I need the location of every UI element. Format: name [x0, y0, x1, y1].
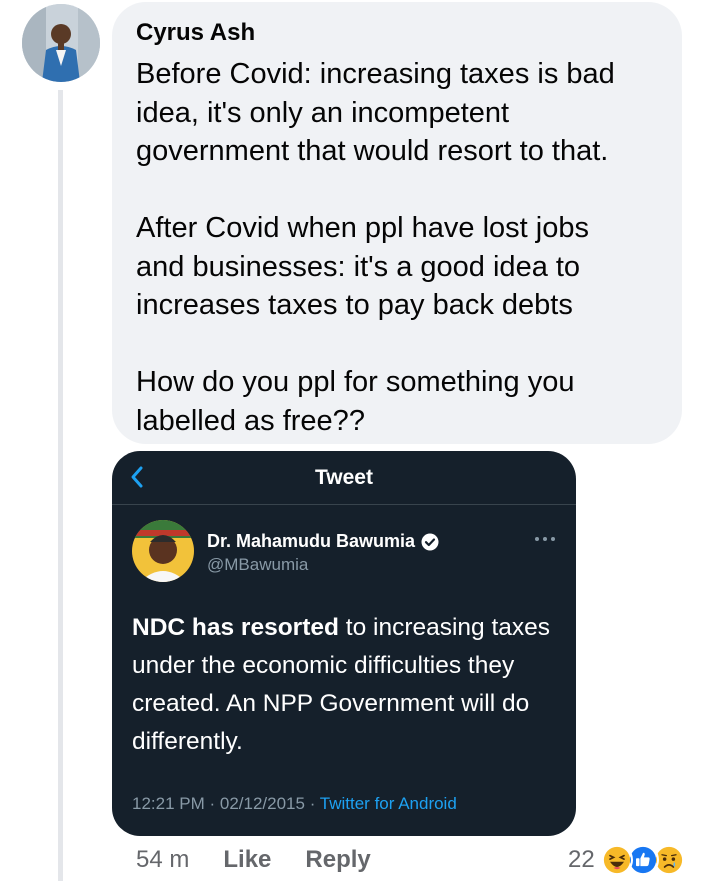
tweet-text-bold: NDC has resorted [132, 614, 339, 641]
comment-line: idea, it's only an incompetent [136, 96, 510, 129]
tweet-author-handle: @MBawumia [207, 555, 309, 574]
avatar[interactable] [22, 4, 100, 82]
more-options-icon [535, 537, 555, 541]
comment-line: increases taxes to pay back debts [136, 289, 573, 321]
comment-text: Before Covid: increasing taxes is bad id… [136, 55, 658, 440]
avatar-photo [22, 4, 100, 82]
comment-timestamp[interactable]: 54 m [136, 846, 189, 874]
like-button[interactable]: Like [223, 846, 271, 874]
tweet-author-name-text: Dr. Mahamudu Bawumia [207, 531, 416, 551]
tweet-author-name: Dr. Mahamudu Bawumia [207, 531, 439, 552]
tweet-screenshot[interactable]: Tweet Dr. Mahamudu Bawumia @MBawumia NDC… [112, 451, 576, 836]
comment-line: and businesses: it's a good idea to [136, 250, 581, 283]
tweet-text: NDC has resorted to increasing taxes und… [132, 609, 562, 761]
comment-line: labelled as free?? [136, 404, 365, 437]
tweet-source: Twitter for Android [319, 794, 457, 813]
haha-icon [600, 844, 633, 876]
tweet-header-title: Tweet [315, 466, 373, 489]
comment-line-spacer [136, 171, 658, 210]
thread-line [58, 90, 63, 881]
tweet-header: Tweet [112, 451, 576, 505]
reaction-count: 22 [568, 846, 595, 873]
meta-separator: · [204, 794, 220, 813]
tweet-author-avatar [132, 520, 194, 582]
reactions-summary[interactable]: 22 [568, 840, 685, 880]
verified-badge-icon [421, 533, 439, 550]
comment-author[interactable]: Cyrus Ash [136, 18, 658, 48]
comment-bubble: Cyrus Ash Before Covid: increasing taxes… [112, 2, 682, 444]
comment-line: Before Covid: increasing taxes is bad [136, 58, 615, 90]
meta-separator: · [304, 794, 320, 813]
comment-line: After Covid when ppl have lost jobs [136, 212, 589, 244]
tweet-date: 02/12/2015 [219, 794, 305, 813]
tweet-time: 12:21 PM [132, 794, 205, 813]
comment-line: How do you ppl for something you [136, 366, 575, 398]
comment-actions: 54 m Like Reply [136, 846, 371, 874]
reply-button[interactable]: Reply [305, 846, 370, 874]
comment-line-spacer [136, 325, 658, 364]
tweet-meta: 12:21 PM · 02/12/2015 · Twitter for Andr… [132, 794, 457, 814]
comment-line: government that would resort to that. [136, 135, 609, 167]
tweet-avatar-photo [132, 520, 194, 582]
